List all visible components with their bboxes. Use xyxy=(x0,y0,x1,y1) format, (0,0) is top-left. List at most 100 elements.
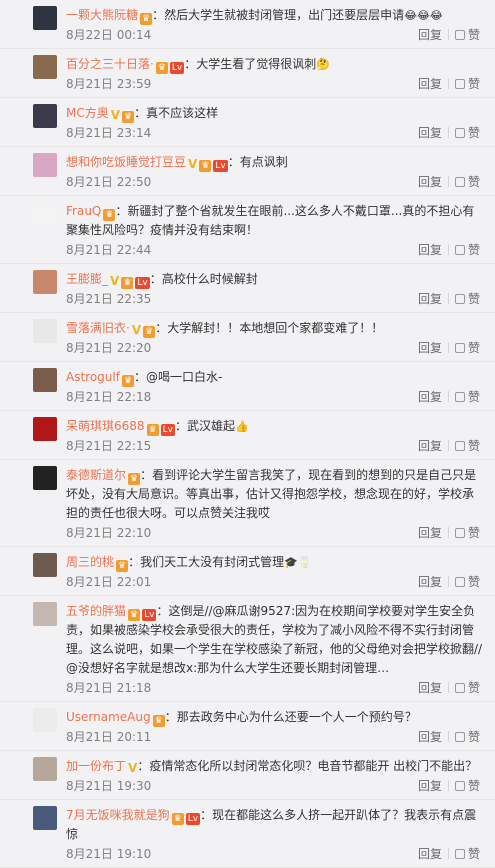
like-button[interactable]: 赞 xyxy=(454,390,480,404)
like-button[interactable]: 赞 xyxy=(454,779,480,793)
vip-crown-icon: ♛ xyxy=(152,715,165,727)
comment-meta: 8月21日 23:14 回复 赞 xyxy=(66,124,495,142)
comment-meta: 8月21日 22:01 回复 赞 xyxy=(66,573,495,591)
comment-actions: 回复 赞 xyxy=(418,173,480,191)
avatar[interactable] xyxy=(33,55,57,79)
vip-crown-icon: ♛ xyxy=(128,473,141,485)
avatar[interactable] xyxy=(33,104,57,128)
like-button[interactable]: 赞 xyxy=(454,292,480,306)
comment-item: 五爷的胖猫 ♛ Lv ：这倒是//@麻瓜谢9527:因为在校期间学校要对学生安全负责，… xyxy=(0,596,495,702)
action-divider xyxy=(447,848,449,859)
vip-crown-icon: ♛ xyxy=(199,160,212,172)
like-button[interactable]: 赞 xyxy=(454,243,480,257)
avatar[interactable] xyxy=(33,202,57,226)
reply-button[interactable]: 回复 xyxy=(418,575,442,589)
comment-actions: 回复 赞 xyxy=(418,388,480,406)
comment-username[interactable]: 泰德斯道尔 xyxy=(66,468,126,482)
comment-username[interactable]: 加一份布丁 xyxy=(66,759,126,773)
avatar[interactable] xyxy=(33,270,57,294)
reply-button[interactable]: 回复 xyxy=(418,526,442,540)
thumbs-up-icon xyxy=(454,79,465,89)
like-button[interactable]: 赞 xyxy=(454,28,480,42)
comment-item: 呆萌琪琪6688 ♛ Lv ：武汉雄起👍 8月21日 22:15 回复 赞 xyxy=(0,411,495,460)
comment-actions: 回复 赞 xyxy=(418,26,480,44)
action-divider xyxy=(447,244,449,255)
reply-button[interactable]: 回复 xyxy=(418,243,442,257)
like-button[interactable]: 赞 xyxy=(454,175,480,189)
avatar[interactable] xyxy=(33,708,57,732)
comment-body: UsernameAug ♛ ：那去政务中心为什么还要一个人一个预约号？ xyxy=(66,708,495,727)
avatar[interactable] xyxy=(33,757,57,781)
verified-v-icon: V xyxy=(188,157,198,171)
comment-body: 王膨膨_ V ♛ Lv ：高校什么时候解封 xyxy=(66,270,495,289)
avatar[interactable] xyxy=(33,153,57,177)
like-button[interactable]: 赞 xyxy=(454,126,480,140)
reply-button[interactable]: 回复 xyxy=(418,439,442,453)
reply-button[interactable]: 回复 xyxy=(418,292,442,306)
comment-username[interactable]: 呆萌琪琪6688 xyxy=(66,419,145,433)
comment-text: ：@喝一口白水- xyxy=(134,370,223,384)
comment-body: 百分之三十日落· ♛ Lv ：大学生看了觉得很讽刺🤔 xyxy=(66,55,495,74)
comment-username[interactable]: FrauQ xyxy=(66,204,101,218)
comment-time: 8月22日 00:14 xyxy=(66,28,152,42)
avatar[interactable] xyxy=(33,553,57,577)
like-button[interactable]: 赞 xyxy=(454,847,480,861)
comment-text: ：那去政务中心为什么还要一个人一个预约号？ xyxy=(164,710,417,724)
comment-username[interactable]: MC方奥 xyxy=(66,106,109,120)
comment-username[interactable]: 周三的桃 xyxy=(66,555,114,569)
comment-username[interactable]: 王膨膨_ xyxy=(66,272,108,286)
reply-button[interactable]: 回复 xyxy=(418,730,442,744)
comment-username[interactable]: 想和你吃饭睡觉打豆豆 xyxy=(66,155,186,169)
like-button[interactable]: 赞 xyxy=(454,439,480,453)
like-button[interactable]: 赞 xyxy=(454,526,480,540)
comment-username[interactable]: 五爷的胖猫 xyxy=(66,604,126,618)
like-button[interactable]: 赞 xyxy=(454,681,480,695)
avatar[interactable] xyxy=(33,602,57,626)
thumbs-up-icon xyxy=(454,392,465,402)
vip-crown-icon: ♛ xyxy=(171,813,184,825)
like-button[interactable]: 赞 xyxy=(454,575,480,589)
avatar[interactable] xyxy=(33,466,57,490)
reply-button[interactable]: 回复 xyxy=(418,77,442,91)
comment-text: ：然后大学生就被封闭管理，出门还要层层申请 xyxy=(152,8,405,22)
comment-item: 一颗大熊阮糖 ♛ ：然后大学生就被封闭管理，出门还要层层申请😂😂😂 8月22日 00:… xyxy=(0,0,495,49)
reply-button[interactable]: 回复 xyxy=(418,126,442,140)
avatar[interactable] xyxy=(33,806,57,830)
reply-button[interactable]: 回复 xyxy=(418,175,442,189)
comment-body: 泰德斯道尔 ♛ ：看到评论大学生留言我笑了，现在看到的想到的只是自己只是坏处，没有大… xyxy=(66,466,495,523)
comment-username[interactable]: Astrogulf xyxy=(66,370,120,384)
vip-crown-icon: ♛ xyxy=(122,111,135,123)
vip-crown-icon: ♛ xyxy=(143,326,156,338)
reply-button[interactable]: 回复 xyxy=(418,341,442,355)
avatar[interactable] xyxy=(33,417,57,441)
reply-button[interactable]: 回复 xyxy=(418,847,442,861)
avatar[interactable] xyxy=(33,6,57,30)
comment-username[interactable]: 百分之三十日落· xyxy=(66,57,154,71)
member-level-badge: Lv xyxy=(135,277,150,289)
comment-time: 8月21日 22:50 xyxy=(66,175,152,189)
comment-item: 加一份布丁 V：疫情常态化所以封闭常态化呗？电音节都能开 出校门不能出？ 8月21日… xyxy=(0,751,495,800)
comment-username[interactable]: 7月无饭咪我就是狗 xyxy=(66,808,170,822)
like-button[interactable]: 赞 xyxy=(454,341,480,355)
emoji-icon: 😂😂😂 xyxy=(404,9,443,22)
comment-time: 8月21日 22:01 xyxy=(66,575,152,589)
comment-username[interactable]: 雪落满旧衣· xyxy=(66,321,130,335)
comment-username[interactable]: 一颗大熊阮糖 xyxy=(66,8,138,22)
avatar[interactable] xyxy=(33,319,57,343)
comment-actions: 回复 赞 xyxy=(418,437,480,455)
comment-meta: 8月21日 23:59 回复 赞 xyxy=(66,75,495,93)
like-label: 赞 xyxy=(467,341,480,355)
thumbs-up-icon xyxy=(454,245,465,255)
reply-button[interactable]: 回复 xyxy=(418,779,442,793)
comment-item: UsernameAug ♛ ：那去政务中心为什么还要一个人一个预约号？ 8月21日 2… xyxy=(0,702,495,751)
avatar[interactable] xyxy=(33,368,57,392)
reply-button[interactable]: 回复 xyxy=(418,390,442,404)
reply-button[interactable]: 回复 xyxy=(418,681,442,695)
comment-item: 泰德斯道尔 ♛ ：看到评论大学生留言我笑了，现在看到的想到的只是自己只是坏处，没有大… xyxy=(0,460,495,547)
comment-item: 周三的桃 ♛ ：我们天工大没有封闭式管理🎓🥛 8月21日 22:01 回复 赞 xyxy=(0,547,495,596)
like-button[interactable]: 赞 xyxy=(454,730,480,744)
like-button[interactable]: 赞 xyxy=(454,77,480,91)
reply-button[interactable]: 回复 xyxy=(418,28,442,42)
comment-username[interactable]: UsernameAug xyxy=(66,710,151,724)
comment-text: ：高校什么时候解封 xyxy=(149,272,258,286)
